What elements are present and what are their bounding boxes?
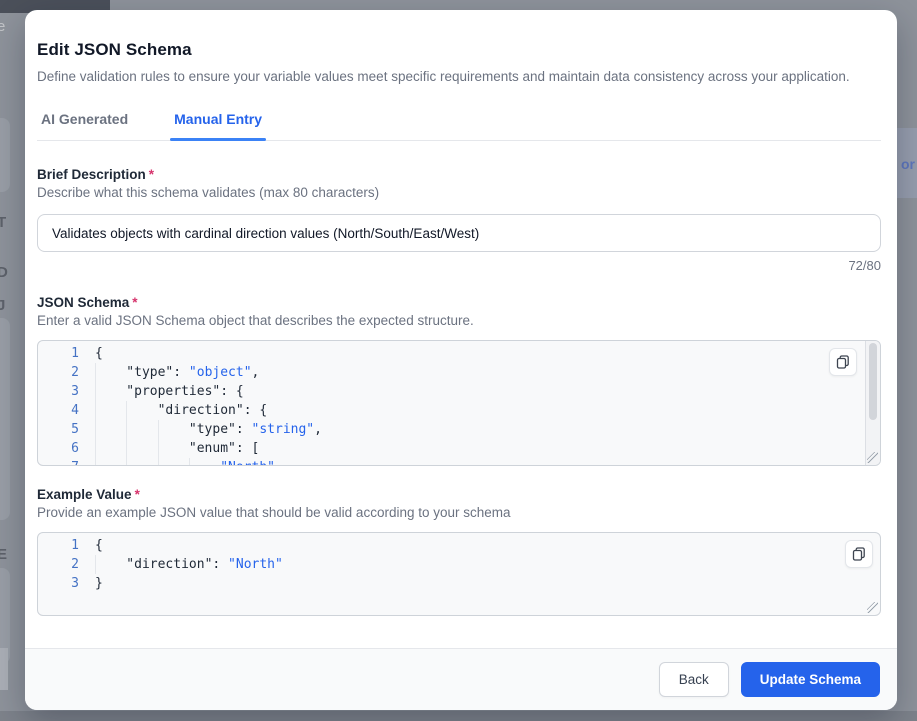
resize-handle[interactable]: [867, 602, 878, 613]
example-value-section: Example Value* Provide an example JSON v…: [37, 487, 881, 616]
modal-title: Edit JSON Schema: [37, 40, 881, 60]
copy-icon: [836, 355, 850, 369]
example-value-code[interactable]: 1{2"direction": "North"3}: [38, 533, 880, 593]
character-counter: 72/80: [37, 258, 881, 273]
example-value-label: Example Value*: [37, 487, 881, 502]
json-schema-helper: Enter a valid JSON Schema object that de…: [37, 313, 881, 328]
background-link-fragment: or: [901, 156, 915, 172]
back-button[interactable]: Back: [659, 662, 729, 697]
update-schema-button[interactable]: Update Schema: [741, 662, 880, 697]
example-value-editor[interactable]: 1{2"direction": "North"3}: [37, 532, 881, 616]
example-value-helper: Provide an example JSON value that shoul…: [37, 505, 881, 520]
background-panel-fragment: [0, 648, 8, 690]
brief-description-section: Brief Description* Describe what this sc…: [37, 167, 881, 273]
json-schema-code[interactable]: 1{2"type": "object",3"properties": {4"di…: [38, 341, 880, 466]
modal-footer: Back Update Schema: [25, 648, 897, 710]
background-panel-fragment: [0, 568, 10, 664]
brief-description-input[interactable]: [37, 214, 881, 252]
required-asterisk: *: [149, 167, 154, 182]
background-panel-fragment: [0, 118, 10, 192]
required-asterisk: *: [132, 295, 137, 310]
json-schema-editor[interactable]: 1{2"type": "object",3"properties": {4"di…: [37, 340, 881, 466]
copy-icon: [852, 547, 866, 561]
json-schema-label: JSON Schema*: [37, 295, 881, 310]
required-asterisk: *: [135, 487, 140, 502]
tab-ai-generated[interactable]: AI Generated: [37, 111, 132, 140]
resize-handle[interactable]: [867, 452, 878, 463]
tab-manual-entry[interactable]: Manual Entry: [170, 111, 266, 140]
brief-description-helper: Describe what this schema validates (max…: [37, 185, 881, 200]
modal-subtitle: Define validation rules to ensure your v…: [37, 69, 881, 84]
edit-json-schema-modal: Edit JSON Schema Define validation rules…: [25, 10, 897, 710]
scrollbar-thumb[interactable]: [869, 343, 877, 420]
copy-button[interactable]: [845, 540, 873, 568]
json-schema-section: JSON Schema* Enter a valid JSON Schema o…: [37, 295, 881, 466]
editor-scrollbar[interactable]: [865, 341, 880, 465]
background-panel-fragment: [0, 711, 917, 721]
copy-button[interactable]: [829, 348, 857, 376]
brief-description-label: Brief Description*: [37, 167, 881, 182]
schema-mode-tabs: AI Generated Manual Entry: [37, 111, 881, 141]
background-panel-fragment: [0, 318, 10, 520]
